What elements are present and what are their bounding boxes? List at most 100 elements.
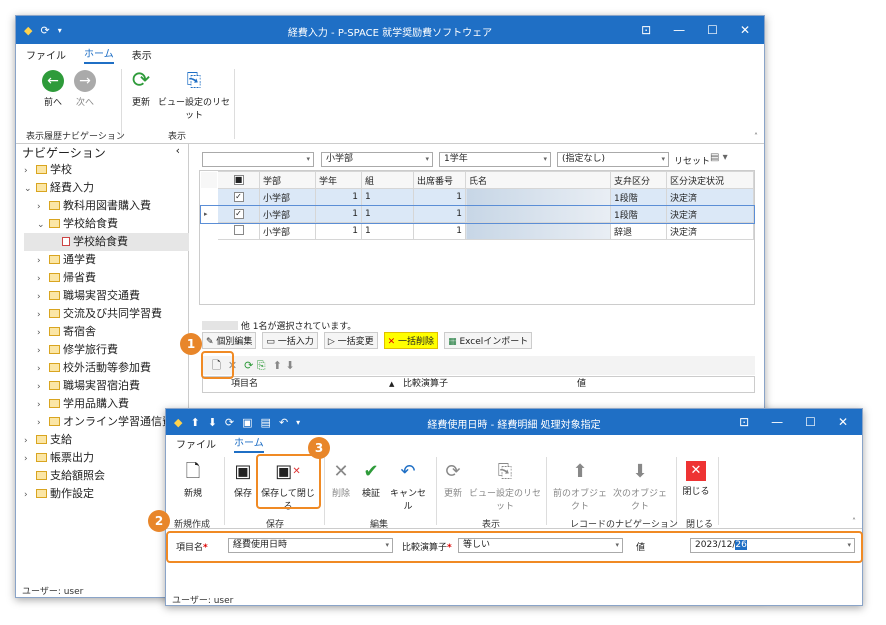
- other-dropdown[interactable]: (指定なし) ▾: [557, 152, 669, 167]
- next-object-button[interactable]: ⬇ 次のオブジェクト: [610, 461, 670, 512]
- expand-icon[interactable]: ›: [37, 198, 49, 216]
- save-button[interactable]: ▣ 保存: [228, 461, 258, 499]
- expand-icon[interactable]: ›: [24, 432, 36, 450]
- delete-button[interactable]: ✕ 削除: [326, 461, 356, 499]
- minimize-icon[interactable]: —: [673, 23, 685, 37]
- menu-file[interactable]: ファイル: [176, 436, 216, 453]
- ribbon-display-icon[interactable]: ⊡: [641, 23, 651, 37]
- expand-icon[interactable]: ›: [24, 486, 36, 504]
- col-header[interactable]: 出席番号: [413, 171, 466, 189]
- nav-item[interactable]: 学校給食費: [24, 233, 189, 251]
- minimize-icon[interactable]: —: [771, 415, 783, 429]
- sub-col-value[interactable]: 値: [577, 377, 586, 392]
- school-dropdown[interactable]: ▾: [202, 152, 314, 167]
- expand-icon[interactable]: ›: [37, 378, 49, 396]
- dlg-refresh-button[interactable]: ⟳ 更新: [438, 461, 468, 499]
- table-row[interactable]: 小学部 1 1 1 辞退 決定済: [200, 222, 754, 240]
- expand-icon[interactable]: ›: [24, 450, 36, 468]
- col-header[interactable]: 学年: [315, 171, 362, 189]
- maximize-icon[interactable]: ☐: [707, 23, 718, 37]
- nav-item[interactable]: › 交流及び共同学習費: [24, 305, 189, 323]
- col-header[interactable]: 支弁区分: [610, 171, 667, 189]
- close-icon[interactable]: ✕: [838, 415, 848, 429]
- nav-item[interactable]: › 職場実習交通費: [24, 287, 189, 305]
- ribbon-display-icon[interactable]: ⊡: [739, 415, 749, 429]
- nav-item[interactable]: › 教科用図書購入費: [24, 197, 189, 215]
- qat-dropdown-icon[interactable]: ▾: [296, 418, 300, 427]
- reset-link[interactable]: リセット: [674, 154, 710, 167]
- menu-home[interactable]: ホーム: [234, 434, 264, 453]
- collapse-ribbon-icon[interactable]: ˄: [852, 517, 856, 526]
- sub-col-operator[interactable]: 比較演算子: [403, 377, 448, 392]
- prev-object-button[interactable]: ⬆ 前のオブジェクト: [550, 461, 610, 512]
- refresh-button[interactable]: ⟳ 更新: [126, 70, 156, 109]
- down-icon[interactable]: ⬇: [285, 359, 294, 372]
- expand-icon[interactable]: ›: [37, 414, 49, 432]
- nav-item[interactable]: › 校外活動等参加費: [24, 359, 189, 377]
- expand-icon[interactable]: ›: [37, 324, 49, 342]
- expand-icon[interactable]: ›: [37, 342, 49, 360]
- menu-view[interactable]: 表示: [132, 47, 152, 64]
- row-checkbox[interactable]: ✓: [233, 192, 244, 202]
- col-header[interactable]: 氏名: [465, 171, 611, 189]
- tab-bulk-change[interactable]: ▷ 一括変更: [323, 332, 378, 349]
- prev-icon[interactable]: ⬆: [190, 416, 199, 429]
- cancel-button[interactable]: ↶ キャンセル: [386, 461, 430, 512]
- expand-icon[interactable]: ⌄: [24, 180, 36, 198]
- expand-icon[interactable]: ›: [24, 162, 36, 180]
- nav-item[interactable]: › 帰省費: [24, 269, 189, 287]
- nav-item[interactable]: › 通学費: [24, 251, 189, 269]
- nav-item[interactable]: › 修学旅行費: [24, 341, 189, 359]
- col-header[interactable]: 学部: [259, 171, 316, 189]
- menu-home[interactable]: ホーム: [84, 45, 114, 64]
- row-checkbox[interactable]: [233, 224, 244, 235]
- new-button[interactable]: 🗋 新規: [178, 461, 208, 499]
- undo-icon[interactable]: ↶: [279, 416, 288, 429]
- nav-item[interactable]: › 職場実習宿泊費: [24, 377, 189, 395]
- sub-col-item[interactable]: 項目名: [231, 377, 258, 392]
- save-icon[interactable]: ▣: [242, 416, 252, 429]
- col-header[interactable]: 区分決定状況: [666, 171, 754, 189]
- close-icon[interactable]: ✕: [740, 23, 750, 37]
- select-all-checkbox[interactable]: ■: [233, 175, 244, 185]
- expand-icon[interactable]: ›: [37, 252, 49, 270]
- grade-dropdown[interactable]: 1学年 ▾: [439, 152, 551, 167]
- maximize-icon[interactable]: ☐: [805, 415, 816, 429]
- menu-file[interactable]: ファイル: [26, 47, 66, 64]
- refresh-icon[interactable]: ⟳: [225, 416, 234, 429]
- expand-icon[interactable]: ⌄: [37, 216, 49, 234]
- back-button[interactable]: ← 前へ: [36, 70, 70, 108]
- next-icon[interactable]: ⬇: [208, 416, 217, 429]
- layout-icon[interactable]: ▤ ▾: [710, 152, 728, 163]
- sub-refresh-icon[interactable]: ⟳: [244, 359, 253, 372]
- expand-icon[interactable]: ›: [37, 396, 49, 414]
- table-row[interactable]: ✓ 小学部 1 1 1 1段階 決定済: [200, 188, 754, 206]
- nav-item[interactable]: › 学校: [24, 161, 189, 179]
- up-icon[interactable]: ⬆: [273, 359, 282, 372]
- row-checkbox[interactable]: ✓: [233, 209, 244, 219]
- dlg-view-reset-button[interactable]: ⎘ ビュー設定のリセット: [468, 461, 542, 512]
- dept-dropdown[interactable]: 小学部 ▾: [321, 152, 433, 167]
- close-button[interactable]: ✕ 閉じる: [680, 461, 712, 497]
- expand-icon[interactable]: ›: [37, 288, 49, 306]
- tab-bulk-input[interactable]: ▭ 一括入力: [262, 332, 318, 349]
- col-header[interactable]: 組: [361, 171, 414, 189]
- nav-item[interactable]: ⌄ 経費入力: [24, 179, 189, 197]
- expand-icon[interactable]: ›: [37, 270, 49, 288]
- nav-item[interactable]: › 寄宿舎: [24, 323, 189, 341]
- view-reset-button[interactable]: ⎘ ビュー設定のリセット: [158, 70, 230, 121]
- tab-excel-import[interactable]: ▦ Excelインポート: [444, 332, 533, 349]
- tab-individual-edit[interactable]: ✎ 個別編集: [202, 332, 257, 349]
- nav-collapse-icon[interactable]: ‹: [176, 144, 180, 157]
- tab-bulk-delete[interactable]: ✕ 一括削除: [383, 332, 439, 349]
- nav-item[interactable]: ⌄ 学校給食費: [24, 215, 189, 233]
- expand-icon[interactable]: ›: [37, 306, 49, 324]
- expand-icon[interactable]: ›: [37, 360, 49, 378]
- refresh-icon[interactable]: ⟳: [40, 24, 49, 37]
- validate-button[interactable]: ✔ 検証: [356, 461, 386, 499]
- sub-view-icon[interactable]: ⎘: [257, 359, 266, 372]
- collapse-ribbon-icon[interactable]: ˄: [754, 132, 758, 141]
- qat-dropdown-icon[interactable]: ▾: [58, 26, 62, 35]
- forward-button[interactable]: → 次へ: [68, 70, 102, 108]
- table-row[interactable]: ▸ ✓ 小学部 1 1 1 1段階 決定済: [199, 204, 755, 224]
